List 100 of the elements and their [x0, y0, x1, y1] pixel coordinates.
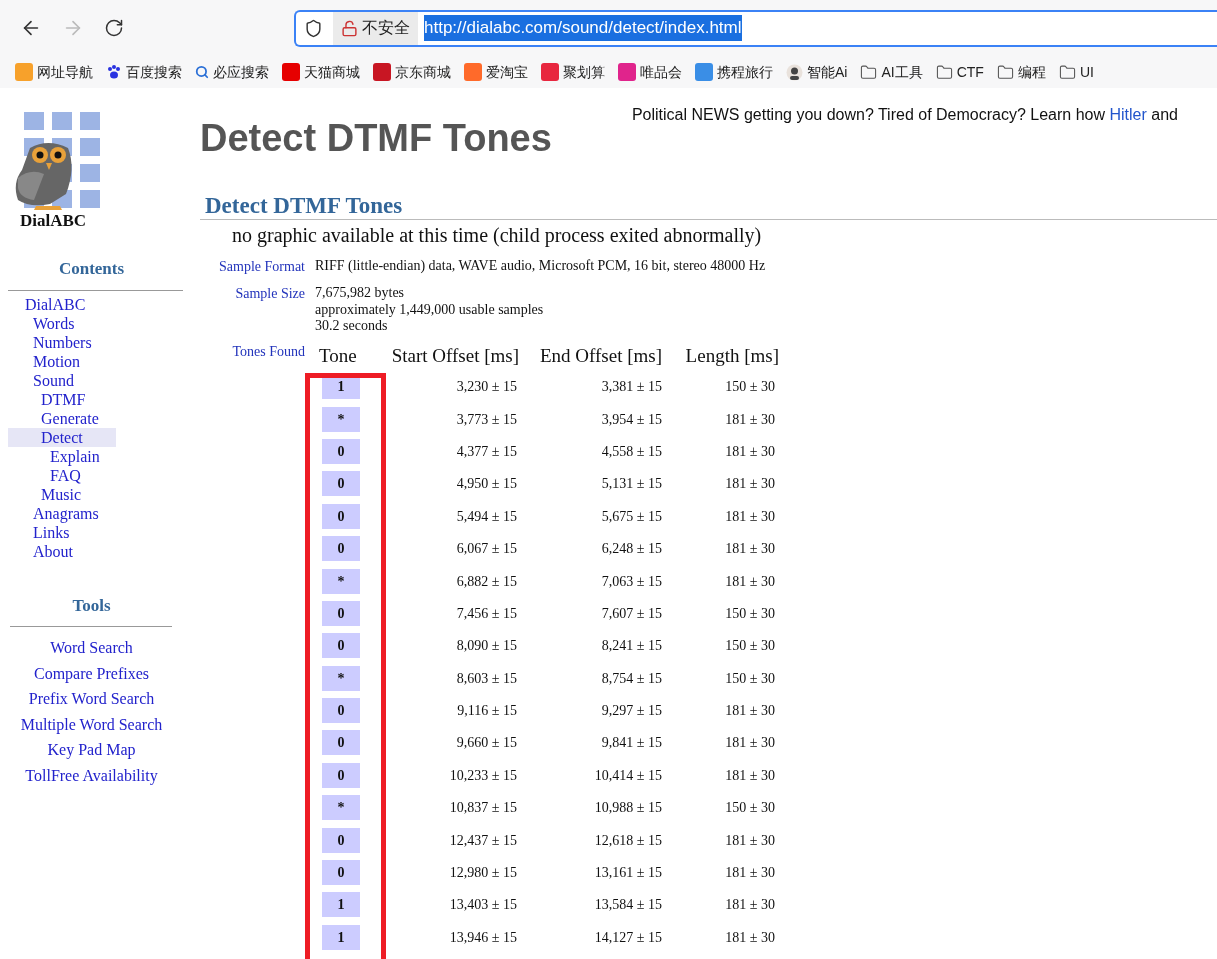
table-cell-text: 181 ± 30	[724, 572, 775, 591]
table-cell-text: 4,950 ± 15	[455, 475, 517, 494]
tool-link[interactable]: Word Search	[50, 635, 133, 661]
table-cell-text: 12,980 ± 15	[448, 864, 517, 883]
bookmark[interactable]: UI	[1058, 61, 1094, 83]
tool-link[interactable]: Multiple Word Search	[20, 711, 163, 738]
bookmark[interactable]: 京东商城	[373, 61, 451, 83]
tone-key: 1	[322, 924, 360, 950]
table-cell-text: 181 ± 30	[724, 928, 775, 947]
tone-key: *	[322, 568, 360, 594]
table-cell-text: 4,377 ± 15	[455, 442, 517, 461]
table-cell-text: 9,116 ± 15	[456, 702, 517, 721]
folder-icon	[996, 63, 1014, 81]
table-cell-text: 3,773 ± 15	[455, 410, 517, 429]
address-bar[interactable]: 不安全 http://dialabc.com/sound/detect/index.html	[294, 9, 1217, 47]
column-header: Start Offset [ms]	[391, 344, 519, 367]
notice-text: no graphic available at this time (child process exited abnormally)	[232, 223, 763, 249]
nav-link[interactable]: FAQ	[0, 465, 186, 485]
reload-button[interactable]	[104, 18, 124, 38]
field-value: approximately 1,449,000 usable samples	[315, 301, 544, 318]
field-value: RIFF (little-endian) data, WAVE audio, Microsoft PCM, 16 bit, stereo 48000 Hz	[315, 258, 766, 275]
table-cell-text: 5,494 ± 15	[455, 507, 517, 526]
tone-key: 0	[322, 536, 360, 562]
tool-link[interactable]: TollFree Availability	[25, 762, 158, 789]
nav-link[interactable]: Explain	[0, 446, 186, 466]
table-cell-text: 150 ± 30	[724, 799, 775, 818]
table-cell-text: 10,414 ± 15	[593, 766, 662, 785]
bookmark[interactable]: 网址导航	[15, 61, 93, 83]
bookmark[interactable]: CTF	[935, 61, 984, 83]
bookmark[interactable]: 天猫商城	[282, 61, 360, 83]
table-cell-text: 8,241 ± 15	[600, 637, 662, 656]
nav-link[interactable]: DialABC	[0, 294, 186, 314]
bookmark[interactable]: 智能Ai	[786, 61, 848, 83]
nav-link[interactable]: Motion	[0, 351, 186, 371]
table-cell-text: 12,618 ± 15	[593, 831, 662, 850]
table-cell-text: 181 ± 30	[724, 475, 775, 494]
table-cell-text: 9,841 ± 15	[600, 734, 662, 753]
nav-link[interactable]: Sound	[0, 370, 186, 390]
tone-key: *	[322, 406, 360, 432]
table-cell-text: 7,607 ± 15	[600, 604, 662, 623]
field-label: Sample Format	[218, 258, 305, 276]
tool-link[interactable]: Prefix Word Search	[28, 686, 155, 712]
bookmark[interactable]: 携程旅行	[695, 61, 773, 83]
table-cell-text: 181 ± 30	[724, 507, 775, 526]
banner-link[interactable]: Hitler	[1109, 106, 1147, 123]
bookmark[interactable]: 聚划算	[541, 61, 605, 83]
tone-key: 1	[322, 892, 360, 918]
table-cell-text: 13,584 ± 15	[593, 896, 662, 915]
nav-link[interactable]: About	[0, 541, 186, 561]
security-indicator[interactable]: 不安全	[333, 11, 418, 45]
bookmark[interactable]: 百度搜索	[106, 61, 182, 83]
nav-link[interactable]: Numbers	[0, 332, 186, 352]
sidebar-heading: Tools	[71, 594, 112, 617]
table-cell-text: 181 ± 30	[724, 442, 775, 461]
bookmark[interactable]: 唯品会	[618, 61, 682, 83]
bookmark[interactable]: 必应搜索	[195, 61, 269, 83]
tone-key: *	[322, 795, 360, 821]
table-cell-text: 7,456 ± 15	[455, 604, 517, 623]
bookmark[interactable]: AI工具	[860, 61, 923, 83]
table-cell-text: 5,675 ± 15	[600, 507, 662, 526]
folder-icon	[1058, 63, 1076, 81]
tone-key: 0	[322, 503, 360, 529]
table-cell-text: 181 ± 30	[724, 410, 775, 429]
field-value: 30.2 seconds	[315, 318, 388, 335]
table-cell-text: 7,063 ± 15	[600, 572, 662, 591]
table-cell-text: 13,946 ± 15	[448, 928, 517, 947]
nav-link[interactable]: Generate	[0, 408, 186, 428]
bookmark[interactable]: 爱淘宝	[464, 61, 528, 83]
table-cell-text: 13,403 ± 15	[448, 896, 517, 915]
tone-key: 0	[322, 730, 360, 756]
nav-link[interactable]: DTMF	[0, 389, 186, 409]
table-cell-text: 6,882 ± 15	[455, 572, 517, 591]
tone-key: 0	[322, 860, 360, 886]
tool-link[interactable]: Compare Prefixes	[33, 660, 150, 687]
tone-key: 0	[322, 827, 360, 853]
nav-link[interactable]: Music	[0, 484, 186, 504]
table-cell-text: 10,837 ± 15	[448, 799, 517, 818]
folder-icon	[860, 63, 878, 81]
url-text: http://dialabc.com/sound/detect/index.html	[424, 15, 742, 41]
page-title: Detect DTMF Tones	[200, 116, 552, 161]
table-cell-text: 150 ± 30	[724, 378, 775, 397]
table-cell-text: 150 ± 30	[724, 637, 775, 656]
nav-link[interactable]: Words	[0, 313, 186, 333]
tone-key: 0	[322, 471, 360, 497]
table-cell-text: 3,954 ± 15	[600, 410, 662, 429]
table-cell-text: 3,230 ± 15	[455, 378, 517, 397]
nav-link[interactable]: Links	[0, 522, 186, 542]
bookmark[interactable]: 编程	[996, 61, 1046, 83]
table-cell-text: 181 ± 30	[724, 896, 775, 915]
tone-key: 0	[322, 698, 360, 724]
nav-link[interactable]: Anagrams	[0, 503, 186, 523]
table-cell-text: 14,127 ± 15	[593, 928, 662, 947]
table-cell-text: 8,603 ± 15	[455, 669, 517, 688]
tool-link[interactable]: Key Pad Map	[47, 737, 136, 763]
nav-link[interactable]: Detect	[8, 427, 116, 447]
column-header: Tone	[318, 344, 358, 367]
table-cell-text: 181 ± 30	[724, 831, 775, 850]
table-cell-text: 8,754 ± 15	[600, 669, 662, 688]
table-cell-text: 181 ± 30	[724, 702, 775, 721]
table-cell-text: 181 ± 30	[724, 864, 775, 883]
